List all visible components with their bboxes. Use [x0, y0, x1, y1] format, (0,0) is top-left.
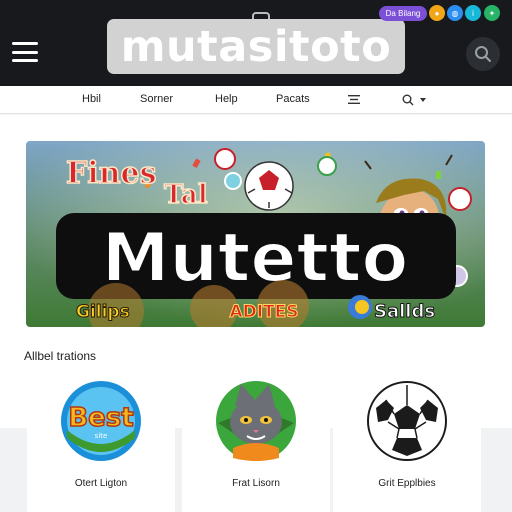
best-badge-subtext: site: [95, 432, 108, 440]
chat-icon[interactable]: ✦: [484, 5, 500, 21]
nav-item-pacats[interactable]: Pacats: [276, 93, 310, 105]
info-icon[interactable]: i: [465, 5, 481, 21]
card-label: Frat Lisorn: [232, 478, 280, 489]
card-otert-ligton[interactable]: Best site Otert Ligton: [27, 372, 175, 512]
hero-banner[interactable]: Fines Tal Mutetto Gilips ADITES Sallds: [26, 141, 485, 327]
cat-mascot-icon: [216, 381, 296, 461]
card-grit-epplbies[interactable]: Grit Epplbies: [333, 372, 481, 512]
banner-top-text-2: Tal: [164, 180, 208, 210]
best-badge-text: Best: [68, 403, 133, 433]
search-button[interactable]: [466, 37, 500, 71]
best-badge-icon: Best site: [61, 381, 141, 461]
banner-bottom-center: ADITES: [229, 302, 298, 322]
nav-item-sorner[interactable]: Sorner: [140, 93, 173, 105]
menu-icon[interactable]: [12, 42, 38, 62]
search-icon[interactable]: [402, 94, 414, 106]
globe-icon[interactable]: ◍: [447, 5, 463, 21]
chevron-down-icon[interactable]: [420, 98, 426, 102]
card-label: Grit Epplbies: [378, 478, 436, 489]
list-icon[interactable]: [348, 95, 360, 104]
nav-bar: Hbil Sorner Help Pacats: [0, 86, 512, 114]
top-bar: mutasitoto Da Bilang ● ◍ i ✦: [0, 0, 512, 86]
section-title: Allbel trations: [24, 349, 97, 363]
site-logo[interactable]: mutasitoto: [107, 19, 405, 74]
logo-text: mutasitoto: [120, 21, 392, 72]
banner-bottom-left: Gilips: [76, 302, 130, 322]
coin-icon[interactable]: ●: [429, 5, 445, 21]
nav-item-help[interactable]: Help: [215, 93, 238, 105]
soccer-ball-icon: [367, 381, 447, 461]
banner-headline: Mutetto: [102, 219, 408, 298]
banner-art: Fines Tal Mutetto Gilips ADITES Sallds: [26, 141, 485, 327]
banner-bottom-right: Sallds: [374, 301, 435, 322]
card-label: Otert Ligton: [74, 478, 128, 489]
card-frat-lisorn[interactable]: Frat Lisorn: [182, 372, 330, 512]
banner-top-text-1: Fines: [66, 156, 156, 191]
nav-item-hbil[interactable]: Hbil: [82, 93, 101, 105]
search-icon: [475, 46, 491, 62]
soccer-ball-icon: [244, 161, 294, 211]
promo-badge[interactable]: Da Bilang: [379, 6, 427, 21]
